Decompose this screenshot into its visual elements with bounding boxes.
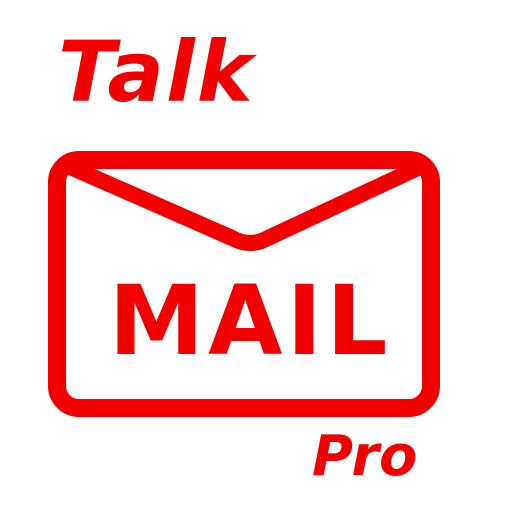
envelope-flap — [60, 158, 430, 251]
app-logo: Talk MAIL Pro — [0, 0, 512, 512]
logo-word-pro: Pro — [312, 424, 418, 489]
logo-word-mail: MAIL — [108, 265, 392, 377]
logo-word-talk: Talk — [58, 23, 255, 121]
